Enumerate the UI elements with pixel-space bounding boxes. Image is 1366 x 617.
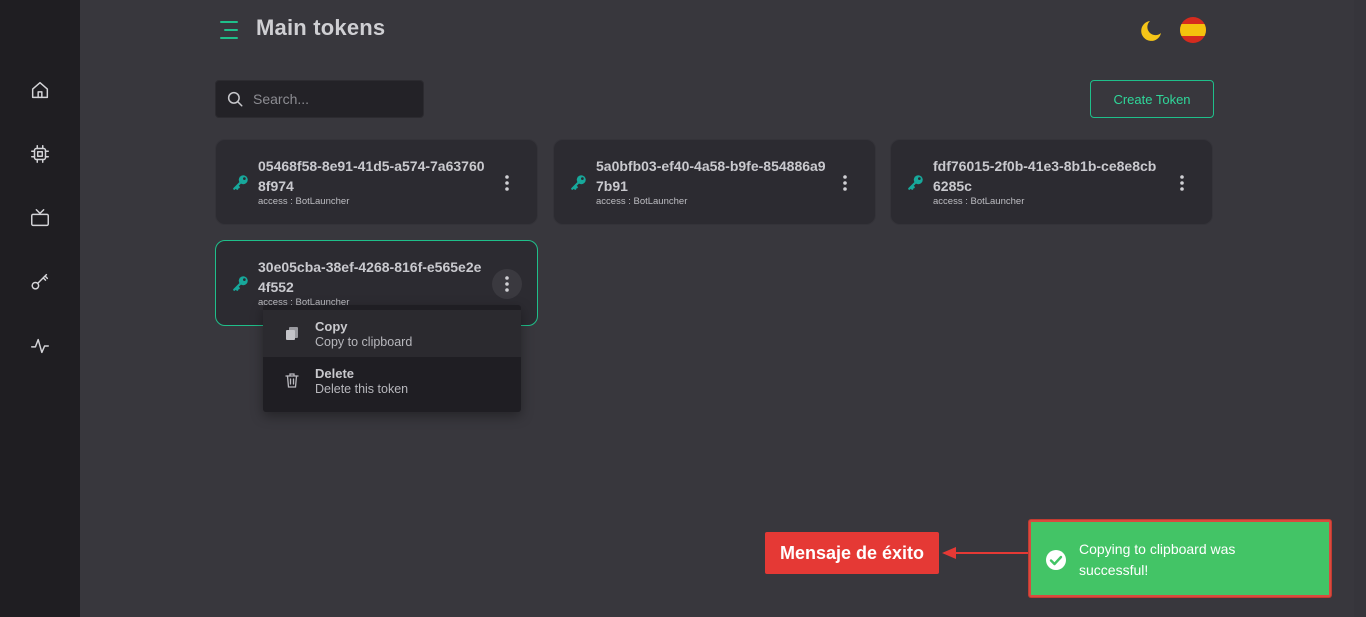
spain-flag-icon xyxy=(1180,24,1206,36)
key-icon xyxy=(571,175,586,190)
sidebar-item-activity[interactable] xyxy=(22,328,58,364)
token-options-button[interactable] xyxy=(492,168,522,198)
token-id: 05468f58-8e91-41d5-a574-7a637608f974 xyxy=(258,158,485,194)
token-options-button[interactable] xyxy=(1167,168,1197,198)
menu-icon xyxy=(220,21,238,39)
token-id: 30e05cba-38ef-4268-816f-e565e2e4f552 xyxy=(258,259,482,295)
more-vertical-icon xyxy=(1180,175,1184,191)
key-icon xyxy=(908,175,923,190)
moon-icon xyxy=(1141,21,1161,41)
token-access: access : BotLauncher xyxy=(596,196,688,207)
page-title: Main tokens xyxy=(256,15,386,40)
token-options-button[interactable] xyxy=(830,168,860,198)
token-context-menu: Copy Copy to clipboard Delete Delete thi… xyxy=(263,305,521,412)
token-card: fdf76015-2f0b-41e3-8b1b-ce8e8cb6285c acc… xyxy=(890,139,1213,225)
trash-icon xyxy=(285,373,299,388)
create-token-button[interactable]: Create Token xyxy=(1090,80,1214,118)
menu-item-copy[interactable]: Copy Copy to clipboard xyxy=(263,310,521,357)
sidebar xyxy=(0,0,80,617)
theme-toggle-button[interactable] xyxy=(1138,18,1164,44)
token-access: access : BotLauncher xyxy=(933,196,1025,207)
token-card: 5a0bfb03-ef40-4a58-b9fe-854886a97b91 acc… xyxy=(553,139,876,225)
sidebar-item-home[interactable] xyxy=(22,72,58,108)
sidebar-item-tokens[interactable] xyxy=(22,264,58,300)
search-input[interactable] xyxy=(253,91,403,107)
language-flag-button[interactable] xyxy=(1180,17,1206,43)
search-icon xyxy=(227,91,243,107)
more-vertical-icon xyxy=(843,175,847,191)
token-id: 5a0bfb03-ef40-4a58-b9fe-854886a97b91 xyxy=(596,158,826,194)
annotation-label: Mensaje de éxito xyxy=(765,532,939,574)
more-vertical-icon xyxy=(505,175,509,191)
token-options-button[interactable] xyxy=(492,269,522,299)
sidebar-item-bots[interactable] xyxy=(22,136,58,172)
page-scrollbar[interactable] xyxy=(1354,0,1366,617)
menu-toggle-button[interactable] xyxy=(218,18,242,42)
search-box xyxy=(215,80,424,118)
token-access: access : BotLauncher xyxy=(258,196,350,207)
key-icon xyxy=(233,276,248,291)
menu-item-title: Copy xyxy=(315,319,348,334)
menu-item-title: Delete xyxy=(315,366,355,381)
key-icon xyxy=(31,273,49,290)
chip-icon xyxy=(31,145,49,163)
check-circle-icon xyxy=(1046,550,1066,570)
token-card: 05468f58-8e91-41d5-a574-7a637608f974 acc… xyxy=(215,139,538,225)
activity-icon xyxy=(31,338,49,354)
tv-icon xyxy=(31,209,49,227)
copy-icon xyxy=(286,327,298,340)
annotation-arrow-icon xyxy=(942,547,1028,559)
more-vertical-icon xyxy=(505,276,509,292)
token-id: fdf76015-2f0b-41e3-8b1b-ce8e8cb6285c xyxy=(933,158,1157,194)
menu-item-description: Copy to clipboard xyxy=(315,335,413,349)
toast-message: Copying to clipboard was successful! xyxy=(1079,541,1236,578)
home-icon xyxy=(31,81,49,99)
sidebar-item-media[interactable] xyxy=(22,200,58,236)
menu-item-description: Delete this token xyxy=(315,382,409,396)
key-icon xyxy=(233,175,248,190)
menu-item-delete[interactable]: Delete Delete this token xyxy=(263,357,521,404)
success-toast[interactable]: Copying to clipboard was successful! xyxy=(1029,520,1331,597)
